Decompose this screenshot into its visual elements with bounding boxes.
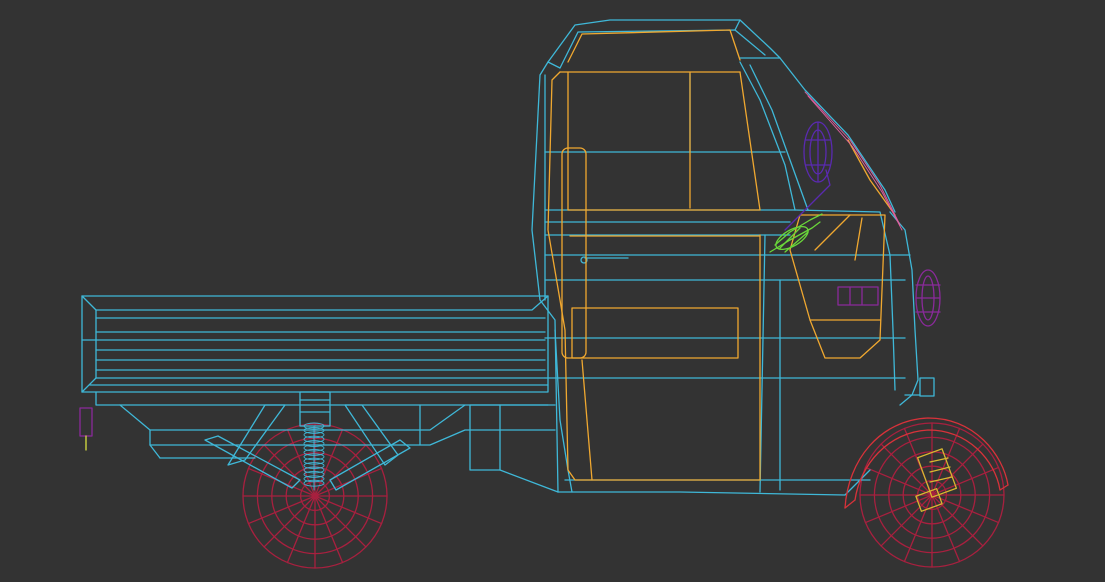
cabin-roof-inner [559, 29, 766, 69]
cargo-bed-rim [81, 295, 549, 311]
wheel-spoke [314, 495, 367, 548]
shock-top [299, 391, 331, 427]
door-frame [547, 71, 761, 481]
b-pillar [759, 234, 766, 493]
dash-line [854, 217, 863, 261]
headlight[interactable] [837, 269, 941, 327]
a-pillar [739, 61, 796, 211]
chassis-rail [95, 391, 549, 406]
front-axle-cover [904, 377, 935, 397]
cabin-roof [547, 19, 781, 63]
door-panel [571, 307, 739, 359]
wheel-spoke [931, 494, 984, 547]
tail-light-body [79, 407, 93, 437]
trim-line [807, 95, 903, 231]
3d-viewport[interactable] [0, 0, 1105, 582]
chassis-line [499, 469, 559, 493]
a-pillar-outer [749, 64, 809, 211]
front-wheel[interactable] [859, 422, 1005, 568]
handlebar-grip [775, 225, 809, 251]
front-panel [794, 209, 896, 391]
trim-line [804, 91, 901, 226]
windshield-trim [804, 91, 903, 231]
swing-arm-left [204, 435, 301, 489]
chassis-edge [149, 444, 161, 459]
door-window [567, 71, 761, 211]
swing-arm-right [329, 439, 411, 491]
wireframe-scene[interactable] [0, 0, 1105, 582]
cabin-floor [557, 469, 871, 496]
fender-end [844, 499, 856, 509]
axle-cover [919, 377, 935, 397]
door-hinge-bar [561, 147, 587, 359]
chassis-frame [119, 404, 466, 431]
wheel-spoke [263, 495, 316, 548]
chassis-box [469, 404, 501, 471]
indicator-light [837, 286, 879, 306]
roof-corner [734, 19, 741, 31]
cabin[interactable] [531, 19, 919, 496]
wheel-spoke [263, 444, 316, 497]
handlebar[interactable] [769, 213, 823, 254]
wheel-spoke [880, 494, 933, 547]
wheel-spoke [314, 444, 367, 497]
roof-corner [547, 61, 561, 69]
door-roof [567, 29, 741, 63]
side-mirror[interactable] [784, 121, 833, 231]
hub-line [929, 476, 953, 483]
dash-line [814, 214, 851, 251]
wheel-spoke [880, 443, 933, 496]
tail-light[interactable] [79, 407, 93, 451]
